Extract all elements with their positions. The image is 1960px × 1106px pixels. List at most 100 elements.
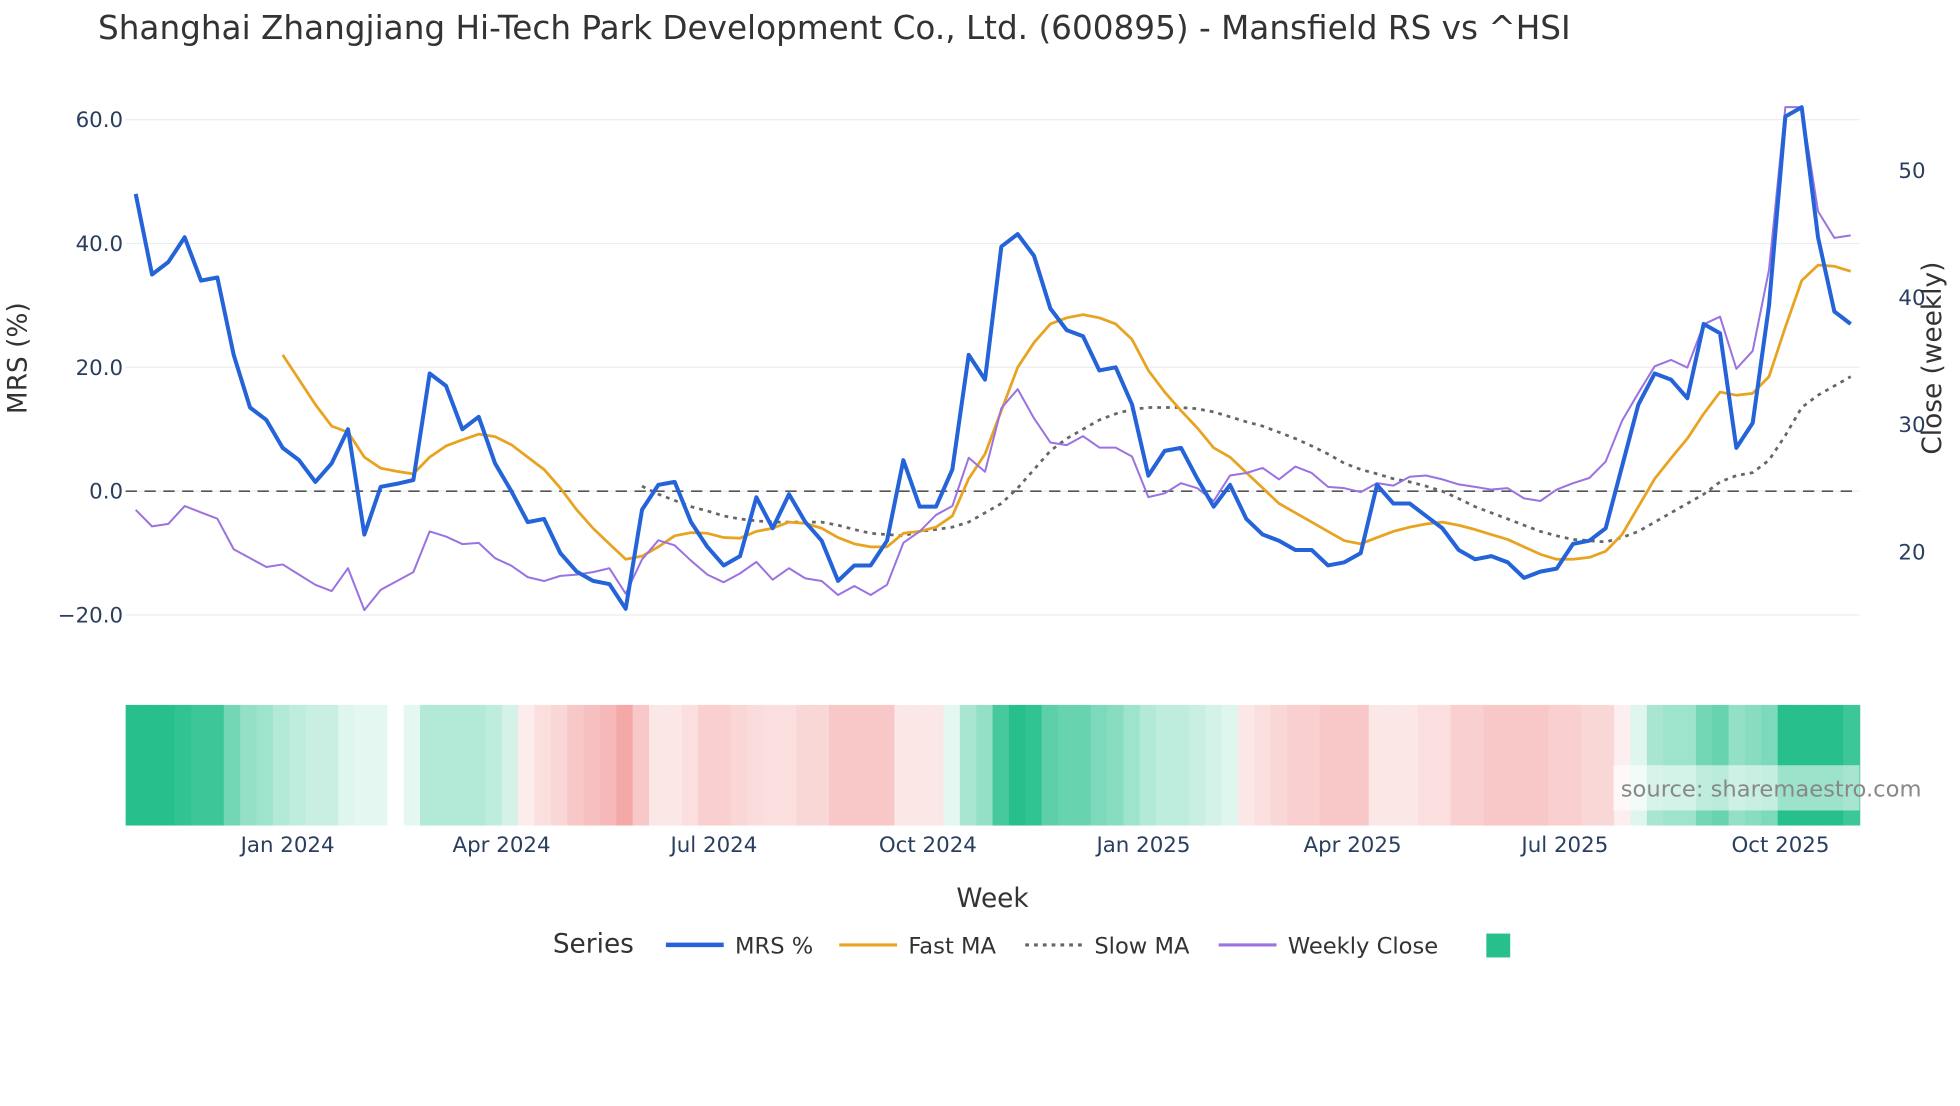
legend-item-label[interactable]: Weekly Close <box>1288 934 1438 960</box>
heatmap-cell <box>779 704 798 826</box>
heatmap-cell <box>943 704 961 826</box>
heatmap-cell <box>420 704 438 826</box>
legend-item-label[interactable]: Slow MA <box>1094 934 1190 960</box>
heatmap-cell <box>1352 704 1370 826</box>
heatmap-cell <box>436 704 454 826</box>
heatmap-cell <box>1385 704 1403 826</box>
heatmap-cell <box>845 704 863 826</box>
heatmap-cell <box>223 704 241 826</box>
heatmap-cell <box>567 704 585 826</box>
heatmap-cell <box>910 704 928 826</box>
heatmap-cell <box>665 704 683 826</box>
legend-item-label[interactable]: Fast MA <box>908 934 996 960</box>
y-axis-title: MRS (%) <box>3 302 33 414</box>
series-line-weekly-close <box>134 106 1851 612</box>
x-tick-label: Jan 2025 <box>1094 833 1190 858</box>
heatmap-cell <box>1319 704 1337 826</box>
y-axis-ticks: 60.0 40.0 20.0 0.0 −20.0 <box>58 108 123 628</box>
y2-tick-label: 20 <box>1898 540 1925 565</box>
heatmap-cell <box>1008 704 1027 826</box>
heatmap-cell <box>616 704 634 826</box>
heatmap-cell <box>1499 704 1517 826</box>
heatmap-cell <box>501 704 519 826</box>
heatmap-cell <box>1074 704 1092 826</box>
heatmap-cell <box>730 704 748 826</box>
heatmap-cell <box>1041 704 1059 826</box>
heatmap-cell <box>1123 704 1141 826</box>
heatmap-cell <box>174 704 192 826</box>
x-tick-label: Jul 2024 <box>668 833 757 858</box>
x-axis-title: Week <box>956 884 1029 914</box>
y-tick-label: 0.0 <box>89 480 123 505</box>
heatmap-cell <box>289 704 307 826</box>
heatmap-cell <box>321 704 340 826</box>
heatmap-cell <box>681 704 699 826</box>
heatmap-cell <box>812 704 830 826</box>
y2-axis-title: Close (weekly) <box>1918 262 1948 455</box>
x-axis-ticks: Jan 2024 Apr 2024 Jul 2024 Oct 2024 Jan 2025… <box>239 833 1830 858</box>
heatmap-cell <box>207 704 225 826</box>
heatmap-cell <box>1368 704 1386 826</box>
series-line-fast-ma <box>281 263 1852 561</box>
heatmap-cell <box>583 704 601 826</box>
heatmap-cell <box>1057 704 1076 826</box>
heatmap-cell <box>370 704 389 826</box>
series-lines <box>133 105 1852 612</box>
y-tick-label: 60.0 <box>76 108 124 133</box>
heatmap-cell <box>747 704 765 826</box>
heatmap-cell <box>1401 704 1419 826</box>
legend-title: Series <box>553 929 634 959</box>
heatmap-cell <box>354 704 372 826</box>
heatmap-cell <box>1205 704 1223 826</box>
y2-tick-label: 50 <box>1898 159 1925 184</box>
heatmap-cell <box>338 704 356 826</box>
heatmap-cell <box>534 704 552 826</box>
heatmap-cell <box>959 704 977 826</box>
heatmap-cell <box>485 704 503 826</box>
heatmap-cell <box>1221 704 1239 826</box>
y-tick-label: 20.0 <box>76 356 124 381</box>
heatmap-cell <box>1090 704 1108 826</box>
series-line-mrs <box>133 105 1852 611</box>
heatmap-cell <box>649 704 667 826</box>
chart-title: Shanghai Zhangjiang Hi-Tech Park Develop… <box>98 9 1571 47</box>
heatmap-cell <box>256 704 274 826</box>
heatmap-cell <box>272 704 290 826</box>
x-tick-label: Apr 2024 <box>453 833 551 858</box>
y-tick-label: 40.0 <box>76 232 124 257</box>
heatmap-cell <box>763 704 781 826</box>
heatmap-cell <box>403 704 421 826</box>
heatmap-cell <box>387 704 405 826</box>
heatmap-cell <box>1188 704 1206 826</box>
legend: Series MRS % Fast MA Slow MA Weekly Close <box>553 929 1511 960</box>
heatmap-cell <box>894 704 912 826</box>
heatmap-cell <box>1237 704 1256 826</box>
heatmap-cell <box>632 704 650 826</box>
heatmap-cell <box>861 704 879 826</box>
heatmap-cell <box>305 704 323 826</box>
legend-heatmap-swatch[interactable] <box>1486 933 1511 958</box>
heatmap-cell <box>1532 704 1550 826</box>
heatmap-cell <box>992 704 1010 826</box>
heatmap-cell <box>976 704 994 826</box>
heatmap-cell <box>1139 704 1157 826</box>
heatmap-cell <box>240 704 258 826</box>
heatmap-cell <box>125 704 143 826</box>
y-tick-label: −20.0 <box>58 604 123 629</box>
heatmap-cell <box>1303 704 1321 826</box>
heatmap-cell <box>1581 704 1599 826</box>
heatmap-cell <box>714 704 732 826</box>
heatmap-cell <box>927 704 945 826</box>
legend-item-label[interactable]: MRS % <box>735 934 813 960</box>
heatmap-cell <box>1336 704 1354 826</box>
heatmap-cell <box>1156 704 1174 826</box>
heatmap-cell <box>1254 704 1272 826</box>
heatmap-cell <box>158 704 176 826</box>
source-annotation: source: sharemaestro.com <box>1621 777 1922 803</box>
heatmap-cell <box>1597 704 1615 826</box>
heatmap-cell <box>599 704 618 826</box>
heatmap-cell <box>1565 704 1583 826</box>
heatmap-cell <box>191 704 209 826</box>
heatmap-cell <box>1417 704 1435 826</box>
heatmap-cell <box>828 704 847 826</box>
